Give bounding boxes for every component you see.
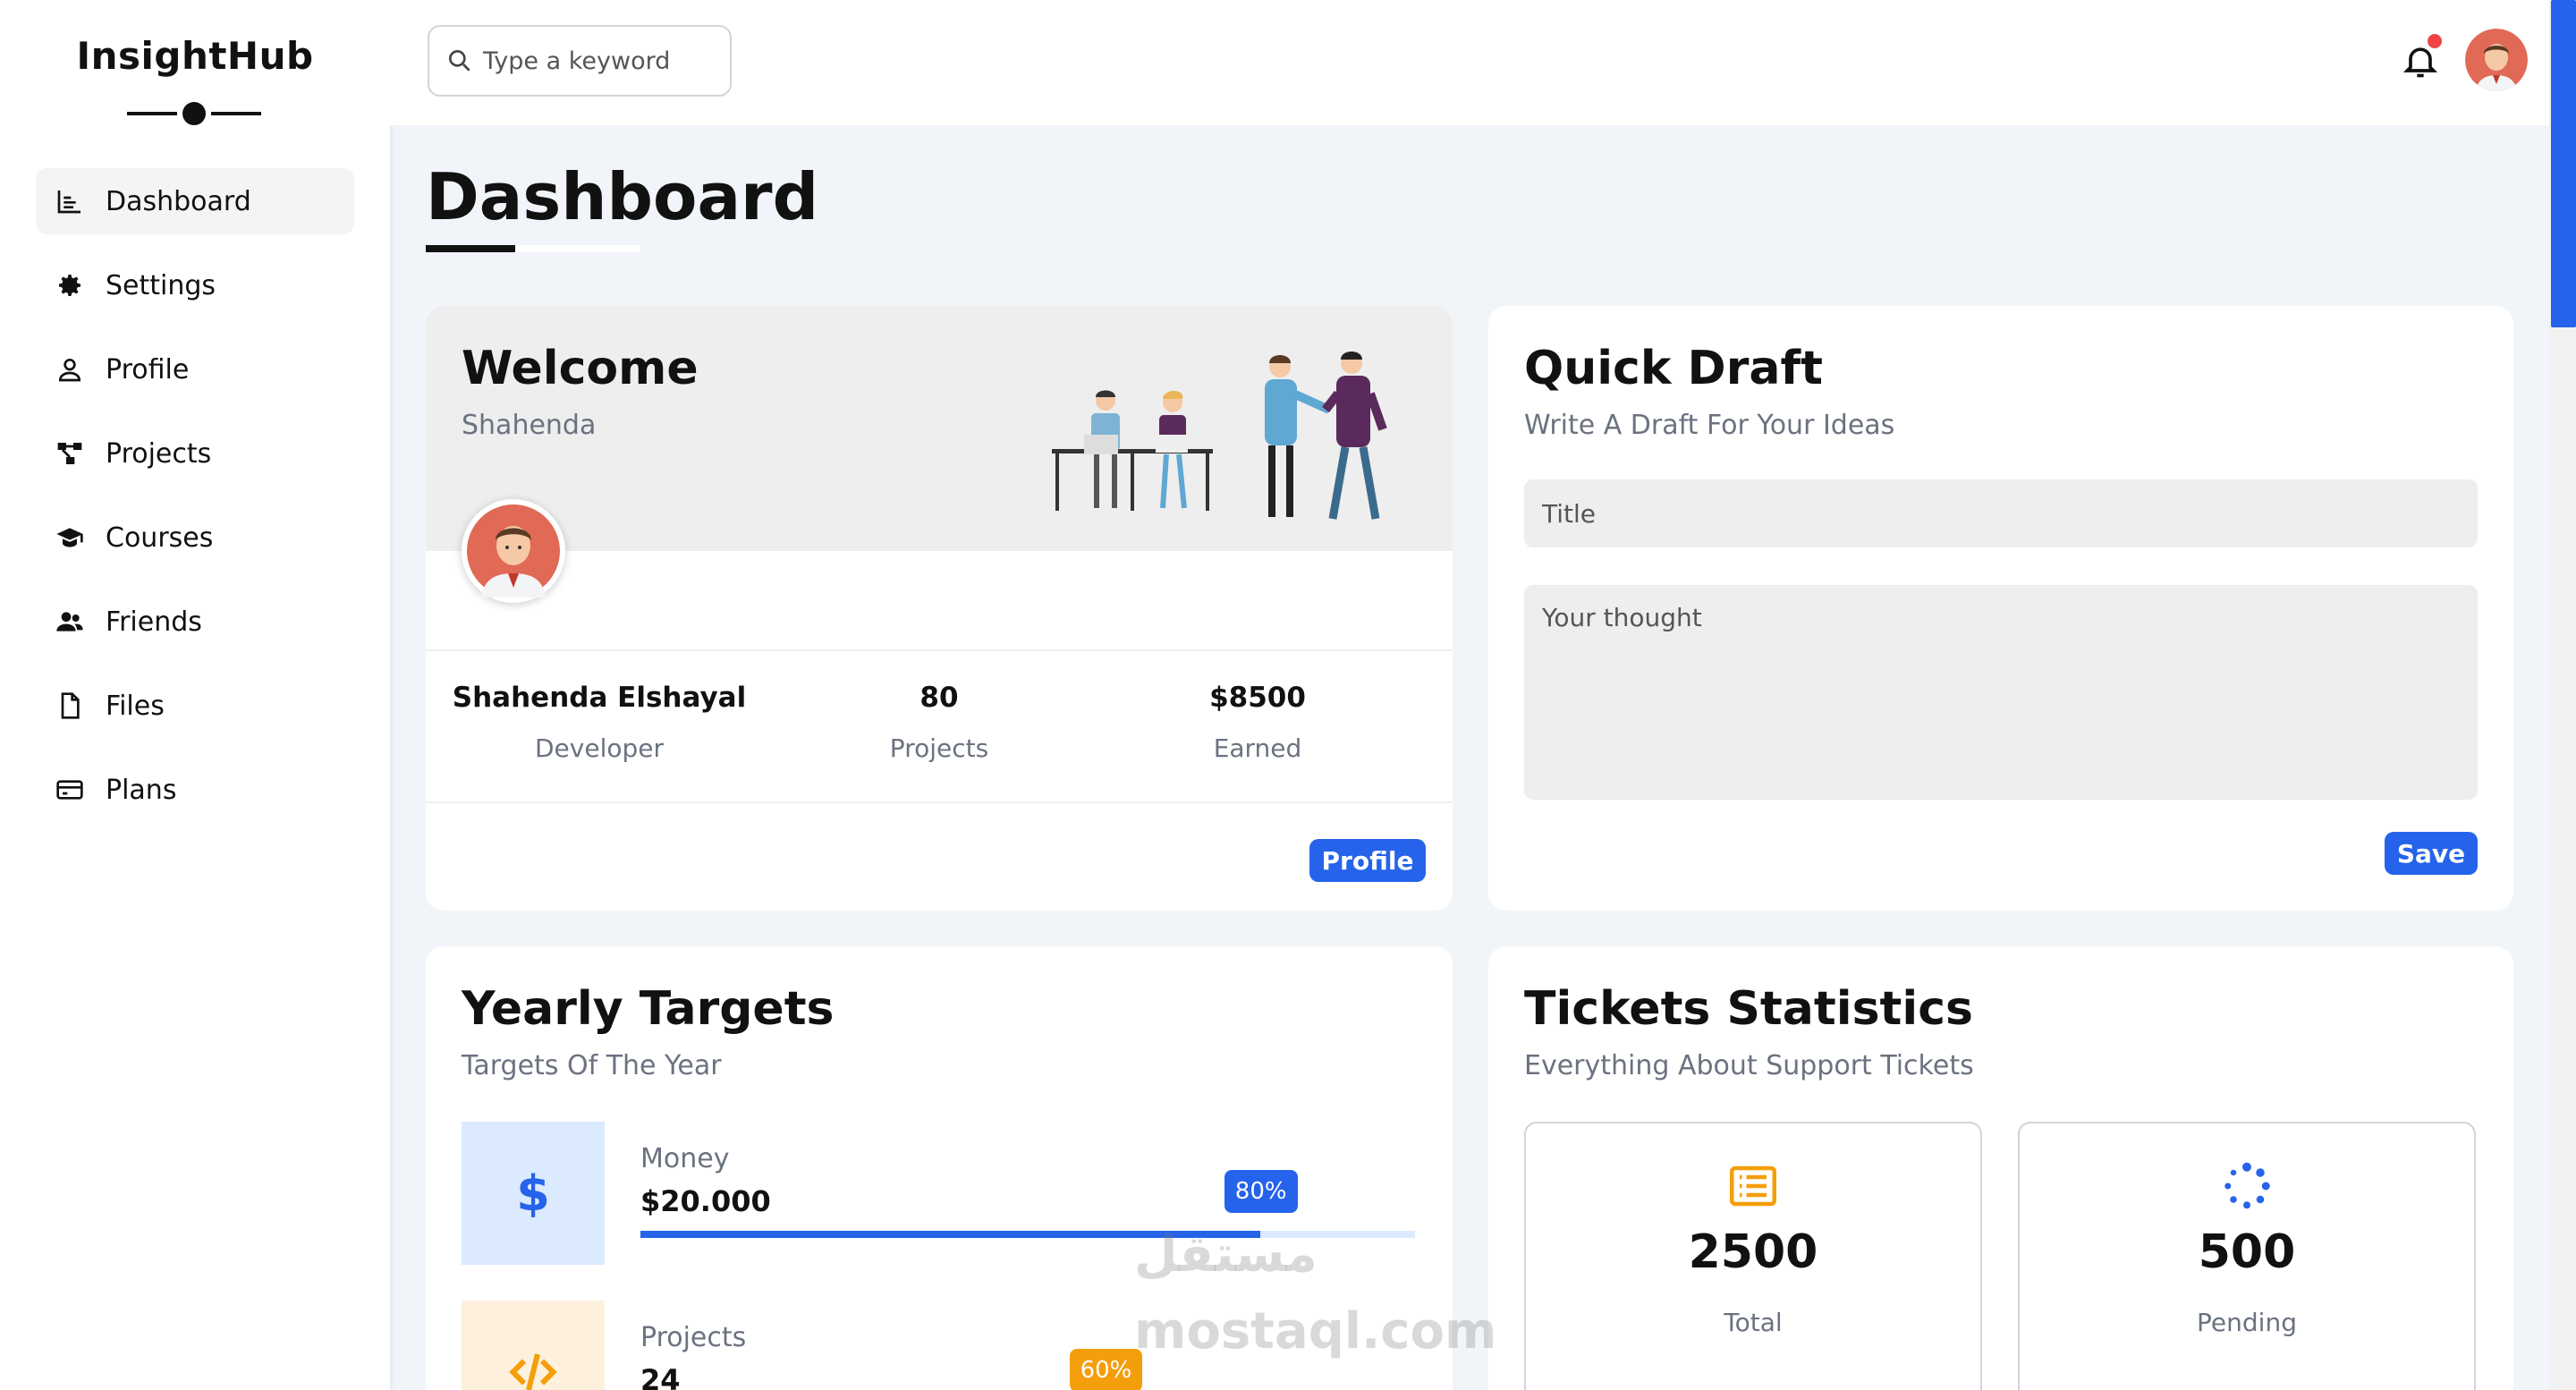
sidebar-item-settings[interactable]: Settings: [36, 252, 354, 318]
stat-projects: 80 Projects: [780, 682, 1098, 763]
stat-value: Shahenda Elshayal: [452, 682, 747, 714]
notifications-button[interactable]: [2401, 34, 2444, 86]
draft-subtitle: Write A Draft For Your Ideas: [1524, 410, 1895, 441]
notification-badge: [2428, 34, 2442, 48]
tickets-title: Tickets Statistics: [1524, 982, 1973, 1036]
draft-title-input[interactable]: [1524, 479, 2478, 547]
sidebar-item-label: Projects: [106, 437, 212, 470]
brand-mark: [127, 102, 261, 125]
ticket-label: Total: [1724, 1308, 1783, 1337]
watermark-latin: mostaql.com: [1134, 1302, 1497, 1360]
stat-earned: $8500 Earned: [1098, 682, 1417, 763]
sidebar-item-dashboard[interactable]: Dashboard: [36, 168, 354, 234]
stat-label: Earned: [1213, 733, 1302, 763]
target-value: $20.000: [640, 1184, 771, 1218]
sidebar-item-projects[interactable]: Projects: [36, 420, 354, 487]
target-percent-badge: 60%: [1069, 1349, 1143, 1390]
scrollbar-thumb[interactable]: [2551, 0, 2576, 327]
sidebar-item-profile[interactable]: Profile: [36, 336, 354, 403]
sidebar-item-label: Files: [106, 690, 165, 722]
sidebar-item-label: Dashboard: [106, 185, 251, 217]
stat-name: Shahenda Elshayal Developer: [440, 682, 758, 763]
target-name: Projects: [640, 1322, 747, 1353]
stat-value: $8500: [1209, 682, 1306, 714]
user-icon: [54, 353, 86, 386]
diagram-icon: [54, 437, 86, 470]
brand-name: InsightHub: [76, 34, 314, 78]
topbar: [390, 0, 2549, 125]
tickets-statistics-card: Tickets Statistics Everything About Supp…: [1488, 946, 2513, 1390]
code-icon: [462, 1301, 605, 1390]
sidebar-item-label: Courses: [106, 521, 214, 554]
watermark-arabic: مستقل: [1134, 1225, 1318, 1284]
ticket-box-total: 2500 Total: [1524, 1122, 1982, 1390]
page-title: Dashboard: [426, 159, 819, 234]
sidebar-item-label: Friends: [106, 606, 202, 638]
welcome-name: Shahenda: [462, 410, 597, 441]
ticket-count: 500: [2198, 1225, 2296, 1279]
ticket-box-pending: 500 Pending: [2018, 1122, 2476, 1390]
target-value: 24: [640, 1363, 681, 1390]
stat-label: Projects: [889, 733, 989, 763]
welcome-title: Welcome: [462, 342, 699, 395]
sidebar-nav: Dashboard Settings Profile Projects Cour…: [36, 168, 354, 841]
quick-draft-card: Quick Draft Write A Draft For Your Ideas…: [1488, 306, 2513, 911]
targets-subtitle: Targets Of The Year: [462, 1050, 722, 1081]
dollar-icon: $: [462, 1122, 605, 1265]
graduation-cap-icon: [54, 521, 86, 554]
sidebar: InsightHub Dashboard Settings Profile Pr…: [0, 0, 390, 1390]
draft-title: Quick Draft: [1524, 342, 1823, 395]
chart-icon: [54, 185, 86, 217]
title-underline: [426, 245, 640, 252]
stat-value: 80: [919, 682, 959, 714]
welcome-card: Welcome Shahenda Shahenda Elshayal Devel…: [426, 306, 1453, 911]
targets-title: Yearly Targets: [462, 982, 835, 1036]
avatar[interactable]: [2465, 29, 2528, 91]
sidebar-item-label: Settings: [106, 269, 216, 301]
sidebar-item-courses[interactable]: Courses: [36, 504, 354, 571]
gear-icon: [54, 269, 86, 301]
credit-card-icon: [54, 774, 86, 806]
target-percent-badge: 80%: [1224, 1170, 1298, 1213]
welcome-hero: Welcome Shahenda: [426, 306, 1453, 551]
team-illustration: [1052, 352, 1387, 520]
target-name: Money: [640, 1143, 730, 1174]
search-input[interactable]: [483, 47, 707, 75]
list-icon: [1726, 1159, 1780, 1213]
stat-label: Developer: [534, 733, 664, 763]
ticket-count: 2500: [1688, 1225, 1818, 1279]
search-icon: [449, 49, 470, 72]
draft-thought-textarea[interactable]: [1524, 585, 2478, 800]
sidebar-item-label: Profile: [106, 353, 190, 386]
sidebar-item-label: Plans: [106, 774, 177, 806]
ticket-label: Pending: [2197, 1308, 2297, 1337]
profile-avatar: [462, 499, 565, 603]
spinner-icon: [2220, 1159, 2274, 1213]
profile-button[interactable]: Profile: [1309, 839, 1426, 882]
sidebar-item-plans[interactable]: Plans: [36, 757, 354, 823]
users-icon: [54, 606, 86, 638]
search-box[interactable]: [428, 25, 732, 97]
file-icon: [54, 690, 86, 722]
sidebar-item-files[interactable]: Files: [36, 673, 354, 739]
tickets-subtitle: Everything About Support Tickets: [1524, 1050, 1974, 1081]
sidebar-item-friends[interactable]: Friends: [36, 589, 354, 655]
save-button[interactable]: Save: [2385, 832, 2478, 875]
